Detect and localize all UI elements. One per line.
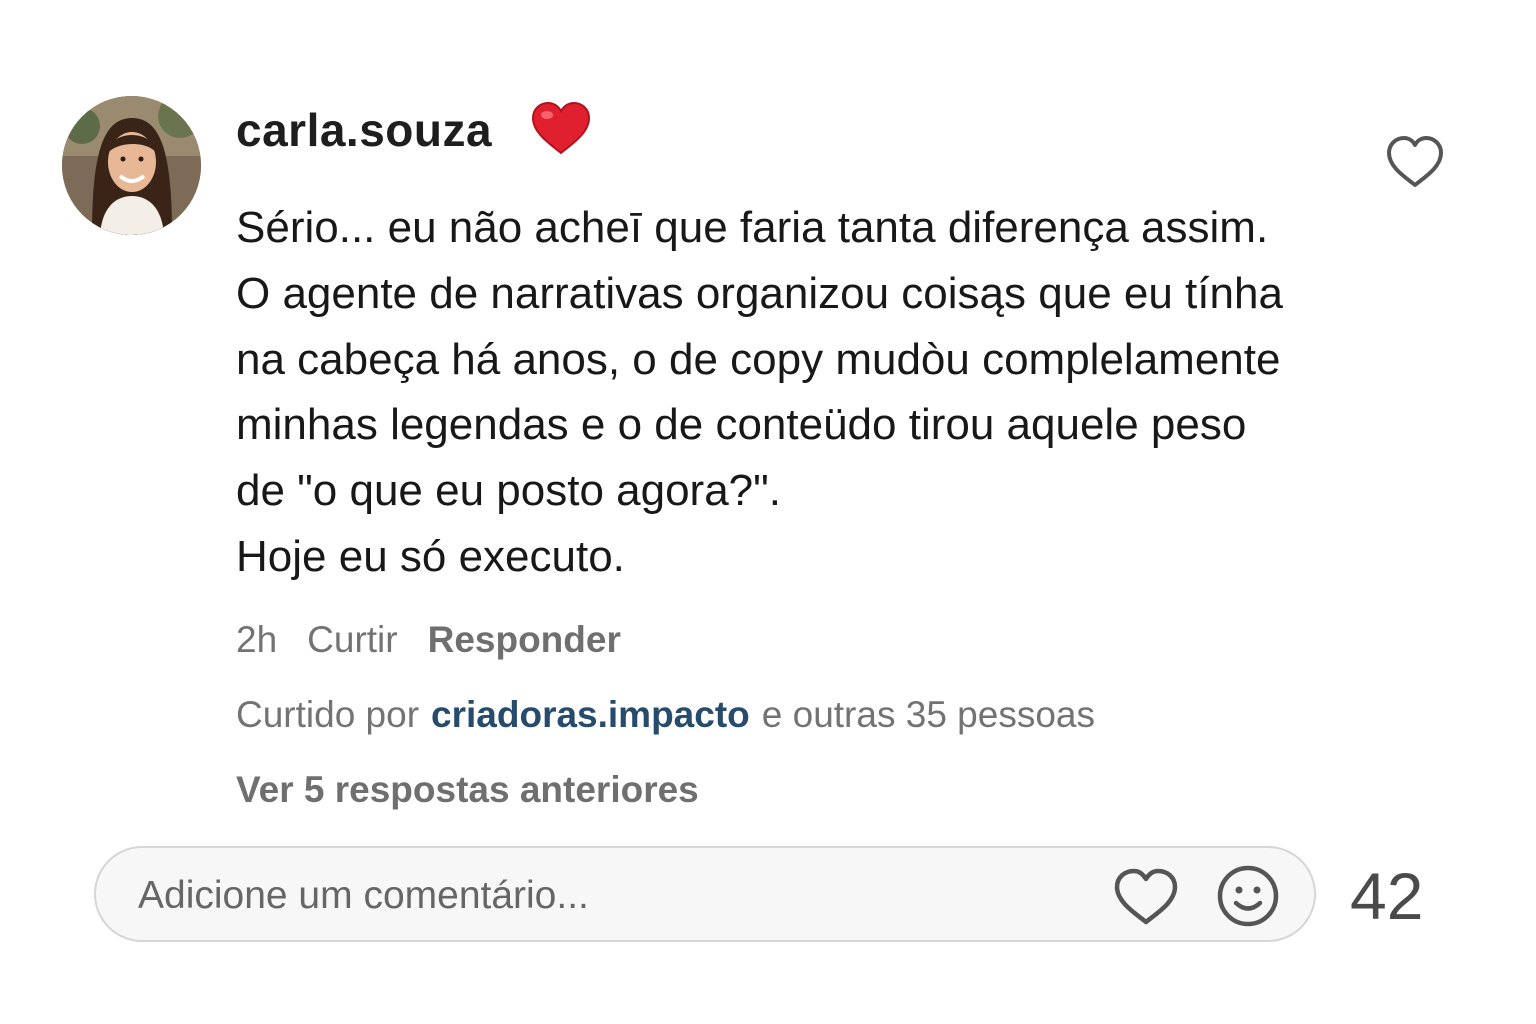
avatar[interactable]	[62, 96, 201, 235]
like-button[interactable]: Curtir	[307, 619, 397, 661]
username[interactable]: carla.souza	[236, 100, 492, 160]
heart-outline-icon[interactable]	[1384, 133, 1446, 191]
comment-line: Sério... eu não acheī que faria tanta di…	[236, 203, 1269, 252]
comment-line: O agente de narrativas organizou coisąs …	[236, 268, 1283, 318]
comment-input[interactable]	[136, 866, 1080, 926]
timestamp: 2h	[236, 619, 278, 660]
comment-line: Hoje eu só executo.	[236, 531, 625, 581]
liked-by-prefix: Curtido por	[236, 694, 420, 735]
comment-text: Sério... eu não acheī que faria tanta di…	[236, 195, 1366, 590]
smiley-icon[interactable]	[1216, 864, 1280, 928]
comment-line: de "o que eu posto agora?".	[236, 466, 781, 516]
comment-count: 42	[1350, 859, 1424, 933]
comment-line: na cabeça há anos, o de copy mudòu compl…	[236, 334, 1281, 384]
liked-by-suffix[interactable]: e outras 35 pessoas	[762, 694, 1095, 736]
comment-line: minhas legendas e o de conteüdo tirou aq…	[236, 400, 1247, 450]
comment-actions: 2h Curtir Responder	[236, 615, 651, 665]
comment-composer	[94, 846, 1316, 942]
view-replies-link[interactable]: Ver 5 respostas anteriores	[236, 765, 699, 815]
red-heart-emoji-icon	[531, 101, 591, 155]
liked-by: Curtido por criadoras.impacto e outras 3…	[236, 690, 1095, 740]
liked-by-user-link[interactable]: criadoras.impacto	[431, 694, 750, 736]
heart-outline-icon[interactable]	[1112, 866, 1180, 928]
reply-button[interactable]: Responder	[428, 619, 621, 661]
avatar-photo	[62, 96, 201, 235]
